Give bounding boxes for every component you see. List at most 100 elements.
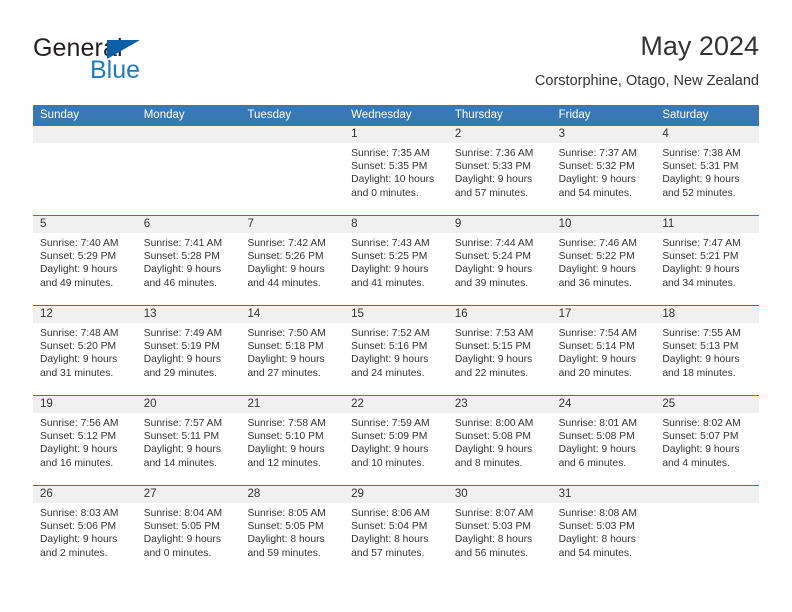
sunrise-text: Sunrise: 7:42 AM xyxy=(247,238,326,249)
day-number: 25 xyxy=(655,396,760,413)
sunset-text: Sunset: 5:12 PM xyxy=(40,431,117,443)
sunset-text: Sunset: 5:32 PM xyxy=(558,161,635,173)
daylight-text: Daylight: 9 hours and 12 minutes. xyxy=(247,444,325,469)
day-cell[interactable]: 18 Sunrise: 7:55 AM Sunset: 5:13 PM Dayl… xyxy=(655,306,760,395)
sunset-text: Sunset: 5:15 PM xyxy=(454,341,532,353)
day-info: Sunrise: 7:48 AM Sunset: 5:20 PM Dayligh… xyxy=(33,323,137,380)
daylight-text: Daylight: 9 hours and 54 minutes. xyxy=(558,174,636,199)
day-cell[interactable]: 1 Sunrise: 7:35 AM Sunset: 5:35 PM Dayli… xyxy=(344,126,448,215)
sunset-text: Sunset: 5:08 PM xyxy=(558,431,635,443)
day-info: Sunrise: 7:52 AM Sunset: 5:16 PM Dayligh… xyxy=(344,323,448,380)
day-cell[interactable] xyxy=(240,126,345,215)
daylight-text: Daylight: 9 hours and 16 minutes. xyxy=(40,444,118,469)
weekday-header-wednesday: Wednesday xyxy=(351,109,412,121)
day-cell[interactable]: 27 Sunrise: 8:04 AM Sunset: 5:05 PM Dayl… xyxy=(136,486,241,575)
day-cell[interactable]: 10 Sunrise: 7:46 AM Sunset: 5:22 PM Dayl… xyxy=(551,216,656,305)
day-cell[interactable]: 2 Sunrise: 7:36 AM Sunset: 5:33 PM Dayli… xyxy=(447,126,552,215)
day-cell[interactable] xyxy=(33,126,137,215)
sunset-text: Sunset: 5:14 PM xyxy=(558,341,635,353)
day-cell[interactable]: 7 Sunrise: 7:42 AM Sunset: 5:26 PM Dayli… xyxy=(240,216,345,305)
day-cell[interactable]: 28 Sunrise: 8:05 AM Sunset: 5:05 PM Dayl… xyxy=(240,486,345,575)
day-info: Sunrise: 8:03 AM Sunset: 5:06 PM Dayligh… xyxy=(33,503,137,560)
sunrise-text: Sunrise: 7:57 AM xyxy=(143,418,223,429)
page-title: May 2024 xyxy=(640,31,759,61)
weekday-header-thursday: Thursday xyxy=(454,109,503,121)
sunset-text: Sunset: 5:20 PM xyxy=(40,341,117,353)
day-info: Sunrise: 7:40 AM Sunset: 5:29 PM Dayligh… xyxy=(33,233,137,290)
sunset-text: Sunset: 5:24 PM xyxy=(454,251,532,263)
day-cell[interactable]: 23 Sunrise: 8:00 AM Sunset: 5:08 PM Dayl… xyxy=(447,396,552,485)
day-info: Sunrise: 7:58 AM Sunset: 5:10 PM Dayligh… xyxy=(240,413,344,470)
daylight-text: Daylight: 9 hours and 46 minutes. xyxy=(143,264,221,289)
day-info: Sunrise: 8:05 AM Sunset: 5:05 PM Dayligh… xyxy=(240,503,344,560)
sunset-text: Sunset: 5:18 PM xyxy=(247,341,324,353)
day-cell[interactable]: 13 Sunrise: 7:49 AM Sunset: 5:19 PM Dayl… xyxy=(136,306,241,395)
sunrise-text: Sunrise: 8:03 AM xyxy=(40,508,119,519)
day-cell[interactable]: 17 Sunrise: 7:54 AM Sunset: 5:14 PM Dayl… xyxy=(551,306,656,395)
day-info: Sunrise: 8:02 AM Sunset: 5:07 PM Dayligh… xyxy=(655,413,759,470)
day-info: Sunrise: 7:47 AM Sunset: 5:21 PM Dayligh… xyxy=(655,233,759,290)
day-cell[interactable]: 25 Sunrise: 8:02 AM Sunset: 5:07 PM Dayl… xyxy=(655,396,760,485)
general-blue-logo[interactable]: General Blue xyxy=(33,34,233,96)
daylight-text: Daylight: 8 hours and 56 minutes. xyxy=(454,534,533,559)
weekday-header-sunday: Sunday xyxy=(40,109,80,121)
daylight-text: Daylight: 9 hours and 29 minutes. xyxy=(143,354,221,379)
daylight-text: Daylight: 9 hours and 27 minutes. xyxy=(247,354,325,379)
sunset-text: Sunset: 5:05 PM xyxy=(143,521,220,533)
day-cell[interactable]: 9 Sunrise: 7:44 AM Sunset: 5:24 PM Dayli… xyxy=(447,216,552,305)
day-cell[interactable]: 22 Sunrise: 7:59 AM Sunset: 5:09 PM Dayl… xyxy=(344,396,448,485)
day-cell[interactable]: 11 Sunrise: 7:47 AM Sunset: 5:21 PM Dayl… xyxy=(655,216,760,305)
sunrise-text: Sunrise: 7:58 AM xyxy=(247,418,326,429)
calendar-week-row: 12 Sunrise: 7:48 AM Sunset: 5:20 PM Dayl… xyxy=(33,305,760,395)
day-cell[interactable]: 6 Sunrise: 7:41 AM Sunset: 5:28 PM Dayli… xyxy=(136,216,241,305)
day-number xyxy=(240,126,345,143)
sunset-text: Sunset: 5:33 PM xyxy=(454,161,532,173)
day-info: Sunrise: 7:55 AM Sunset: 5:13 PM Dayligh… xyxy=(655,323,759,380)
day-number: 14 xyxy=(240,306,345,323)
sunrise-text: Sunrise: 8:02 AM xyxy=(662,418,741,429)
daylight-text: Daylight: 9 hours and 20 minutes. xyxy=(558,354,636,379)
day-cell[interactable] xyxy=(136,126,241,215)
day-cell[interactable]: 26 Sunrise: 8:03 AM Sunset: 5:06 PM Dayl… xyxy=(33,486,137,575)
day-cell[interactable]: 30 Sunrise: 8:07 AM Sunset: 5:03 PM Dayl… xyxy=(447,486,552,575)
day-cell[interactable]: 14 Sunrise: 7:50 AM Sunset: 5:18 PM Dayl… xyxy=(240,306,345,395)
day-cell[interactable]: 24 Sunrise: 8:01 AM Sunset: 5:08 PM Dayl… xyxy=(551,396,656,485)
sunset-text: Sunset: 5:08 PM xyxy=(454,431,532,443)
day-number: 26 xyxy=(33,486,137,503)
sunrise-text: Sunrise: 7:44 AM xyxy=(454,238,534,249)
day-cell[interactable]: 12 Sunrise: 7:48 AM Sunset: 5:20 PM Dayl… xyxy=(33,306,137,395)
day-cell[interactable]: 4 Sunrise: 7:38 AM Sunset: 5:31 PM Dayli… xyxy=(655,126,760,215)
daylight-text: Daylight: 9 hours and 4 minutes. xyxy=(662,444,740,469)
day-info: Sunrise: 7:37 AM Sunset: 5:32 PM Dayligh… xyxy=(552,143,656,200)
sunrise-text: Sunrise: 7:47 AM xyxy=(662,238,741,249)
weekday-header-monday: Monday xyxy=(143,109,185,121)
day-cell[interactable]: 3 Sunrise: 7:37 AM Sunset: 5:32 PM Dayli… xyxy=(551,126,656,215)
day-cell[interactable]: 21 Sunrise: 7:58 AM Sunset: 5:10 PM Dayl… xyxy=(240,396,345,485)
day-cell[interactable]: 16 Sunrise: 7:53 AM Sunset: 5:15 PM Dayl… xyxy=(447,306,552,395)
day-info: Sunrise: 7:53 AM Sunset: 5:15 PM Dayligh… xyxy=(448,323,552,380)
sunrise-text: Sunrise: 8:04 AM xyxy=(143,508,223,519)
sunrise-text: Sunrise: 7:35 AM xyxy=(351,148,430,159)
sunset-text: Sunset: 5:29 PM xyxy=(40,251,117,263)
day-cell[interactable]: 20 Sunrise: 7:57 AM Sunset: 5:11 PM Dayl… xyxy=(136,396,241,485)
day-cell[interactable]: 8 Sunrise: 7:43 AM Sunset: 5:25 PM Dayli… xyxy=(344,216,448,305)
day-number xyxy=(655,486,760,503)
day-cell[interactable]: 19 Sunrise: 7:56 AM Sunset: 5:12 PM Dayl… xyxy=(33,396,137,485)
day-cell[interactable]: 5 Sunrise: 7:40 AM Sunset: 5:29 PM Dayli… xyxy=(33,216,137,305)
day-cell[interactable]: 29 Sunrise: 8:06 AM Sunset: 5:04 PM Dayl… xyxy=(344,486,448,575)
sunrise-text: Sunrise: 7:41 AM xyxy=(143,238,223,249)
sunrise-text: Sunrise: 7:37 AM xyxy=(558,148,638,159)
sunset-text: Sunset: 5:16 PM xyxy=(351,341,428,353)
day-number xyxy=(33,126,137,143)
day-cell[interactable]: 31 Sunrise: 8:08 AM Sunset: 5:03 PM Dayl… xyxy=(551,486,656,575)
calendar-week-row: 5 Sunrise: 7:40 AM Sunset: 5:29 PM Dayli… xyxy=(33,215,760,305)
day-info: Sunrise: 8:04 AM Sunset: 5:05 PM Dayligh… xyxy=(137,503,241,560)
day-info: Sunrise: 7:46 AM Sunset: 5:22 PM Dayligh… xyxy=(552,233,656,290)
day-info: Sunrise: 7:38 AM Sunset: 5:31 PM Dayligh… xyxy=(655,143,759,200)
day-cell[interactable] xyxy=(655,486,760,575)
sunset-text: Sunset: 5:26 PM xyxy=(247,251,324,263)
day-info: Sunrise: 7:41 AM Sunset: 5:28 PM Dayligh… xyxy=(137,233,241,290)
day-cell[interactable]: 15 Sunrise: 7:52 AM Sunset: 5:16 PM Dayl… xyxy=(344,306,448,395)
weekday-header-tuesday: Tuesday xyxy=(247,109,292,121)
logo-text-blue: Blue xyxy=(90,56,141,84)
